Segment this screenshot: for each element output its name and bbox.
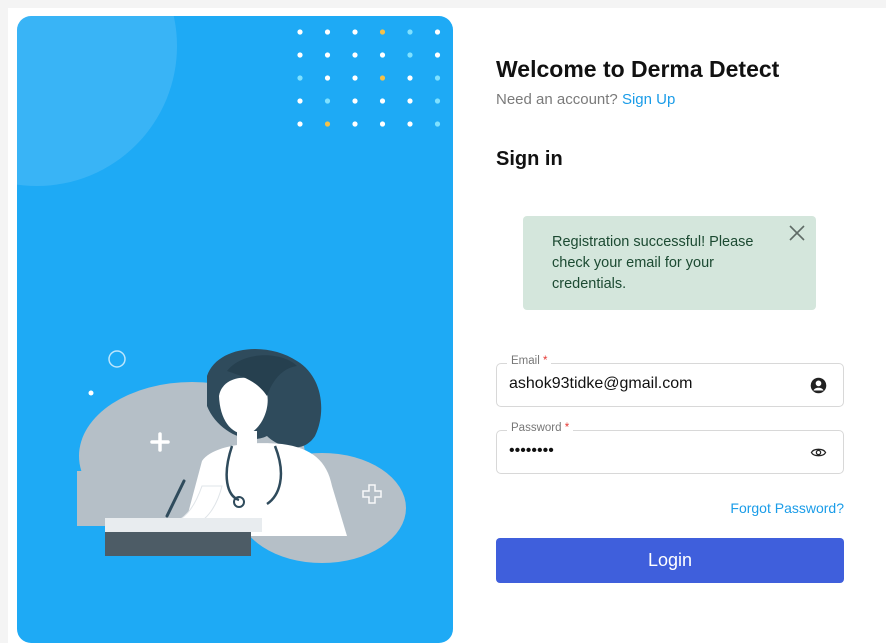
grid-dot (379, 29, 386, 35)
required-mark: * (564, 422, 570, 434)
ring-decoration (108, 350, 126, 368)
dot-grid-decoration (297, 29, 441, 127)
forgot-password-link[interactable]: Forgot Password? (730, 500, 844, 516)
grid-dot (407, 29, 413, 35)
grid-dot (434, 52, 441, 58)
email-field[interactable]: Email * (496, 355, 844, 407)
success-alert: Registration successful! Please check yo… (523, 216, 816, 310)
signup-prompt-text: Need an account? (496, 91, 618, 108)
grid-dot (324, 52, 331, 58)
grid-dot (297, 29, 303, 35)
eye-icon[interactable] (810, 444, 827, 461)
grid-dot (434, 98, 441, 104)
grid-dot (379, 52, 386, 58)
alert-message: Registration successful! Please check yo… (552, 234, 754, 292)
desk-top (105, 518, 262, 532)
sign-in-heading: Sign in (496, 148, 563, 170)
signup-link[interactable]: Sign Up (622, 91, 675, 108)
grid-dot (407, 98, 413, 104)
grid-dot (297, 75, 303, 81)
email-label-text: Email (511, 355, 540, 367)
grid-dot (407, 121, 413, 127)
grid-dot (379, 121, 386, 127)
grid-dot (297, 98, 303, 104)
grid-dot (324, 98, 331, 104)
grid-dot (407, 52, 413, 58)
password-field[interactable]: Password * •••••••• (496, 422, 844, 474)
grid-dot (352, 52, 358, 58)
grid-dot (324, 29, 331, 35)
doctor-writing-illustration (17, 16, 441, 563)
grid-dot (379, 75, 386, 81)
grid-dot (352, 29, 358, 35)
grid-dot (352, 75, 358, 81)
grid-dot (379, 98, 386, 104)
required-mark: * (542, 355, 548, 367)
desk-front (105, 532, 251, 556)
grid-dot (352, 98, 358, 104)
password-input[interactable]: •••••••• (509, 442, 554, 460)
grid-dot (434, 75, 441, 81)
grid-dot (434, 121, 441, 127)
account-circle-icon (810, 377, 827, 394)
close-icon[interactable] (786, 222, 808, 244)
grid-dot (324, 121, 331, 127)
grid-dot (352, 121, 358, 127)
password-label-text: Password (511, 422, 562, 434)
dot-decoration (88, 390, 94, 396)
email-input[interactable] (509, 375, 799, 393)
grid-dot (297, 52, 303, 58)
login-button[interactable]: Login (496, 538, 844, 583)
left-strip (0, 0, 8, 643)
grid-dot (297, 121, 303, 127)
page-title: Welcome to Derma Detect (496, 56, 780, 82)
grid-dot (407, 75, 413, 81)
grid-dot (434, 29, 441, 35)
email-label: Email * (507, 355, 552, 367)
grid-dot (324, 75, 331, 81)
hero-illustration-panel (17, 16, 453, 643)
sign-in-page: Welcome to Derma Detect Need an account?… (0, 0, 886, 643)
sign-in-panel: Welcome to Derma Detect Need an account?… (496, 0, 856, 643)
corner-circle-decoration (17, 16, 177, 186)
password-label: Password * (507, 422, 574, 434)
signup-prompt: Need an account? Sign Up (496, 91, 675, 108)
